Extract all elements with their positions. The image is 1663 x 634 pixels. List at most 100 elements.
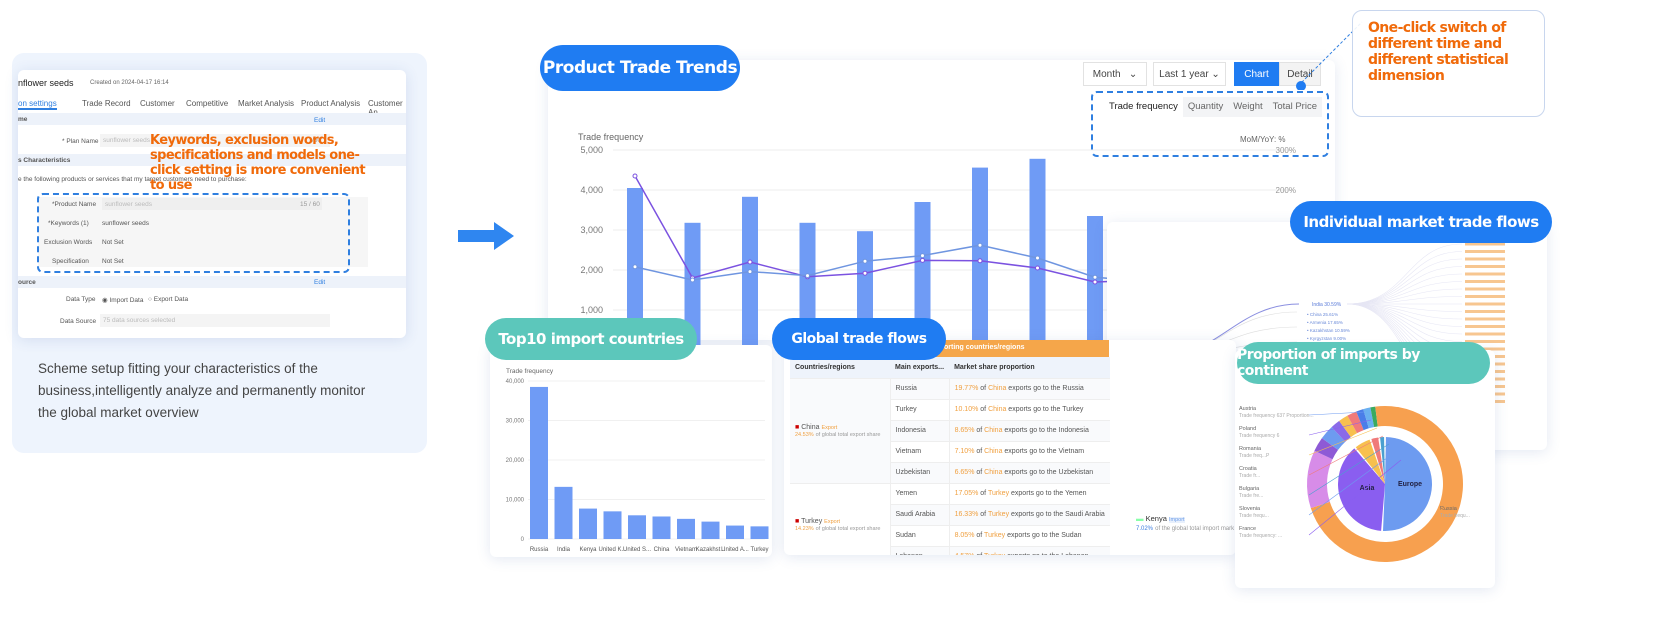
share-pct: 8.65% bbox=[954, 427, 975, 434]
top10-bar bbox=[530, 386, 548, 539]
share-cell: 8.65% of China exports go to the Indones… bbox=[949, 420, 1110, 442]
range-value: Last 1 year bbox=[1159, 68, 1209, 80]
trend-bar bbox=[1029, 158, 1046, 350]
period-select[interactable]: Month ⌄ bbox=[1083, 62, 1147, 86]
outer-label-sub: Trade frequency: ... bbox=[1239, 533, 1282, 539]
share-pct: 6.65% bbox=[954, 469, 975, 476]
x-tick-label: United S... bbox=[623, 547, 651, 553]
table-row: ■ Turkey Export 14.23% of global total ex… bbox=[790, 483, 1110, 555]
share-source: China bbox=[984, 448, 1003, 455]
kenya-name: Kenya bbox=[1145, 514, 1167, 523]
tree-leaf bbox=[1465, 265, 1505, 268]
tab-4[interactable]: Market Analysis bbox=[238, 99, 294, 108]
share-pct: 19.77% bbox=[954, 385, 979, 392]
tree-leaf bbox=[1465, 302, 1505, 306]
share-dest: Sudan bbox=[1061, 532, 1082, 539]
import-radio[interactable]: ◉ Import Data bbox=[102, 296, 143, 304]
x-tick-label: United A... bbox=[721, 547, 749, 553]
tab-2[interactable]: Customer bbox=[140, 99, 175, 108]
slice-label: Asia bbox=[1360, 485, 1375, 492]
destination-country: Saudi Arabia bbox=[890, 504, 950, 526]
flows-table: Countries/regions Main exports... Market s… bbox=[790, 357, 1110, 555]
metric-tab[interactable]: Total Price bbox=[1268, 97, 1322, 117]
share-source: Turkey bbox=[984, 532, 1006, 539]
kenya-badge: Import bbox=[1168, 517, 1185, 523]
destination-country: Sudan bbox=[890, 525, 950, 547]
exporter-share-text: of global total export share bbox=[815, 431, 881, 438]
outer-label: Bulgaria bbox=[1239, 486, 1260, 492]
tab-5[interactable]: Product Analysis bbox=[301, 99, 360, 108]
data-type-label: Data Type bbox=[66, 296, 96, 303]
share-source: Turkey bbox=[987, 490, 1010, 497]
share-pct: 17.05% bbox=[954, 490, 979, 497]
outer-label-sub: Trade frequ... bbox=[1239, 513, 1269, 519]
data-source-select[interactable]: 75 data sources selected bbox=[100, 314, 330, 327]
kenya-text: of the global total import mark bbox=[1155, 526, 1235, 532]
destination-country: Lebanon bbox=[890, 546, 950, 555]
share-dest: Turkey bbox=[1062, 406, 1084, 413]
outer-label-sub: Trade frequ... bbox=[1440, 513, 1470, 519]
outer-label: Croatia bbox=[1239, 466, 1258, 472]
tree-child: • Armenia 17.65% bbox=[1307, 320, 1343, 325]
tab-3[interactable]: Competitive bbox=[186, 99, 228, 108]
x-tick-label: India bbox=[557, 547, 571, 553]
tree-leaf bbox=[1465, 287, 1505, 291]
trend-point bbox=[1035, 255, 1040, 261]
tree-leaf bbox=[1465, 280, 1505, 283]
trend-point bbox=[920, 253, 925, 259]
tree-hub: India 30.59% bbox=[1312, 302, 1342, 308]
trend-point bbox=[1035, 265, 1040, 271]
kenya-entry: ▬ Kenya Import 7.02% of the global total … bbox=[1136, 514, 1235, 532]
import-label: Import Data bbox=[109, 297, 144, 304]
setup-description: Scheme setup fitting your characteristic… bbox=[38, 361, 366, 420]
exporter-cell: ■ China Export 24.53% of global total exp… bbox=[790, 378, 891, 484]
trend-point bbox=[977, 258, 983, 264]
top10-bar bbox=[652, 516, 671, 539]
outer-slice bbox=[1307, 450, 1333, 509]
share-cell: 19.77% of China exports go to the Russia bbox=[949, 378, 1110, 400]
share-cell: 10.10% of China exports go to the Turkey bbox=[949, 399, 1110, 421]
created-date: Created on 2024-04-17 16:14 bbox=[90, 80, 169, 86]
column-header: Countries/regions bbox=[790, 357, 890, 379]
metric-tabs: Trade frequency Quantity Weight Total Price bbox=[1104, 97, 1322, 117]
tree-leaf bbox=[1465, 310, 1505, 313]
trends-pill: Product Trade Trends bbox=[540, 45, 740, 91]
trend-point bbox=[632, 264, 638, 270]
metric-tab[interactable]: Weight bbox=[1228, 97, 1267, 117]
slice-label: Europe bbox=[1398, 481, 1422, 488]
tree-leaf bbox=[1465, 317, 1505, 321]
share-source: Turkey bbox=[984, 553, 1005, 555]
exporter-name: China bbox=[801, 423, 820, 431]
metric-tab[interactable]: Trade frequency bbox=[1104, 97, 1183, 117]
trend-point bbox=[1092, 274, 1098, 280]
edit-link[interactable]: Edit bbox=[314, 279, 325, 286]
tree-child: • China 25.61% bbox=[1307, 312, 1338, 317]
trend-point bbox=[747, 259, 753, 265]
y2-tick-label: 300% bbox=[1276, 146, 1296, 155]
exporter-name: Turkey bbox=[801, 518, 823, 525]
arrow-right-icon bbox=[458, 222, 514, 250]
share-pct: 16.33% bbox=[954, 511, 979, 518]
tree-leaf bbox=[1465, 250, 1505, 253]
trend-point bbox=[747, 269, 753, 275]
tab-1[interactable]: Trade Record bbox=[82, 99, 131, 108]
export-radio[interactable]: ○ Export Data bbox=[148, 296, 188, 303]
chart-button[interactable]: Chart bbox=[1234, 62, 1279, 86]
range-select[interactable]: Last 1 year ⌄ bbox=[1153, 62, 1226, 86]
top10-bar bbox=[726, 525, 744, 539]
y-tick-label: 20,000 bbox=[506, 458, 525, 464]
exporter-share-text: of global total export share bbox=[815, 526, 881, 532]
share-pct: 8.05% bbox=[954, 532, 975, 539]
tree-leaf bbox=[1465, 257, 1505, 261]
top10-bar bbox=[750, 526, 769, 539]
y-tick-label: 10,000 bbox=[506, 498, 525, 504]
edit-link[interactable]: Edit bbox=[314, 117, 325, 124]
flows-pill: Global trade flows bbox=[772, 318, 946, 360]
trend-point bbox=[862, 258, 868, 264]
share-dest: Uzbekistan bbox=[1058, 469, 1094, 476]
share-cell: 7.10% of China exports go to the Vietnam bbox=[949, 441, 1110, 463]
top10-bar bbox=[554, 486, 573, 539]
table-row: ■ China Export 24.53% of global total exp… bbox=[790, 378, 1110, 484]
tab-0[interactable]: on settings bbox=[18, 99, 57, 110]
metric-tab[interactable]: Quantity bbox=[1183, 97, 1228, 117]
